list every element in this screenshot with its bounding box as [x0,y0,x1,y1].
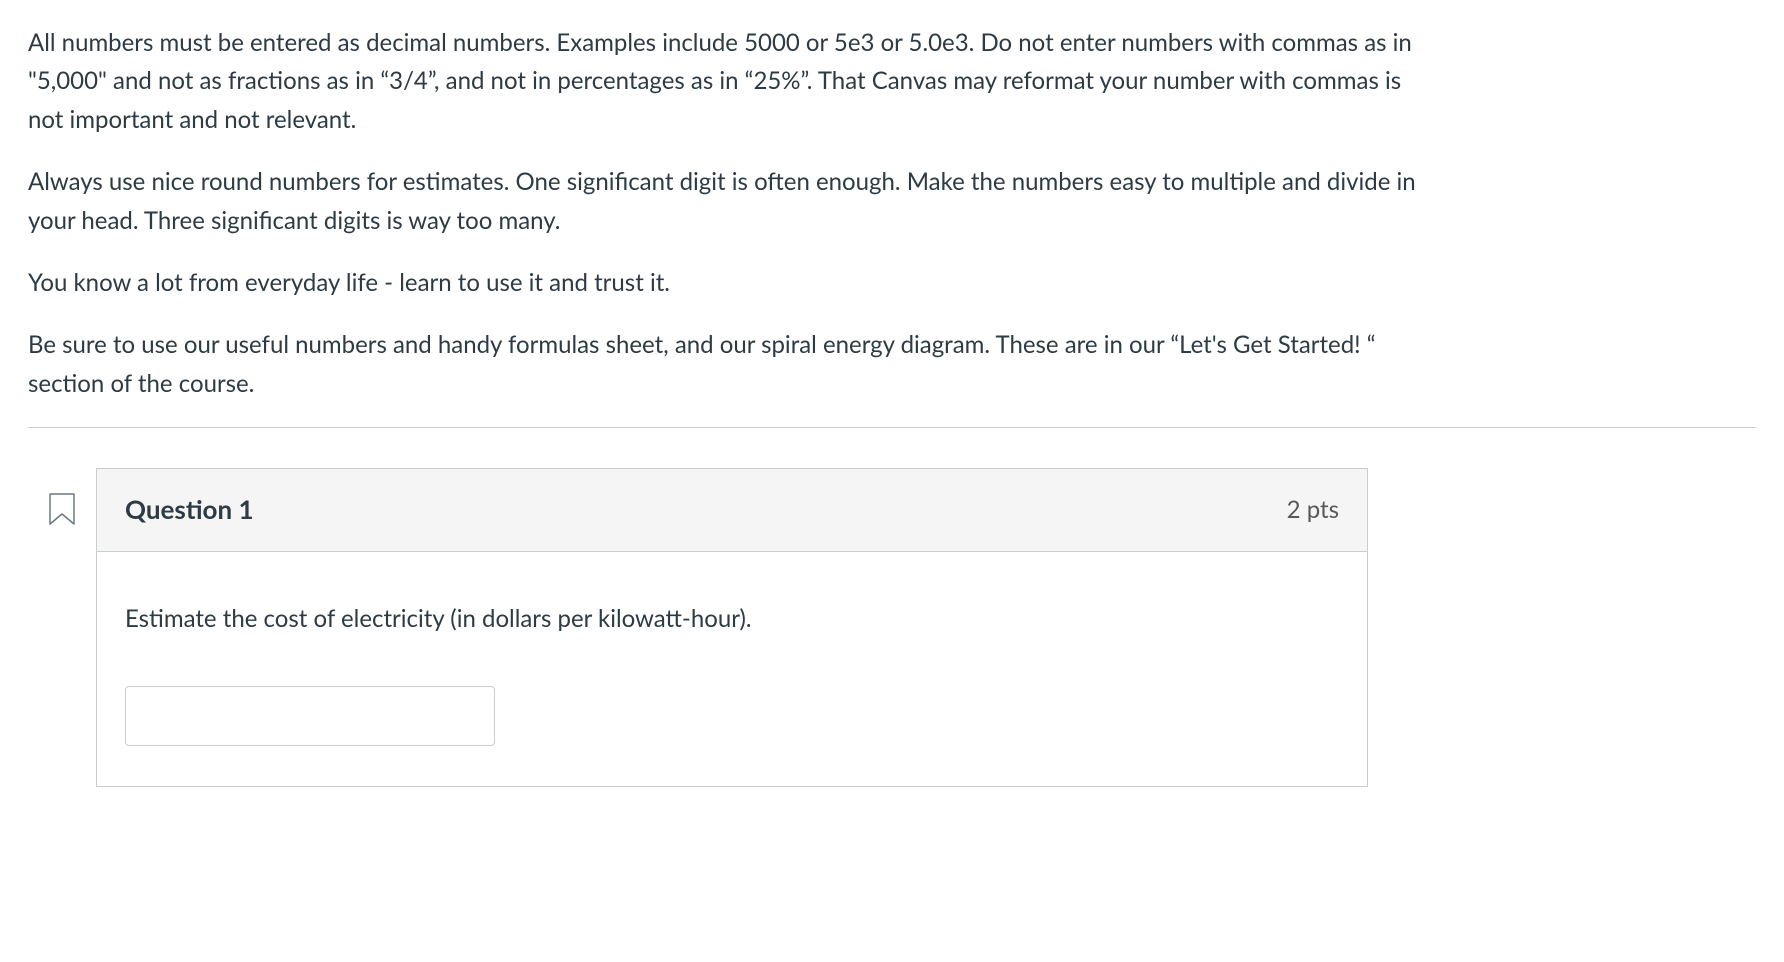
instruction-paragraph: Be sure to use our useful numbers and ha… [28,326,1428,403]
instruction-paragraph: All numbers must be entered as decimal n… [28,24,1428,139]
question-box: Question 1 2 pts Estimate the cost of el… [96,468,1368,787]
instruction-paragraph: You know a lot from everyday life - lear… [28,264,1428,302]
section-divider [28,427,1756,428]
question-text: Estimate the cost of electricity (in dol… [125,600,1339,638]
question-body: Estimate the cost of electricity (in dol… [97,552,1367,786]
question-container: Question 1 2 pts Estimate the cost of el… [48,468,1368,787]
question-header: Question 1 2 pts [97,469,1367,552]
answer-input[interactable] [125,686,495,746]
question-points: 2 pts [1287,491,1339,529]
question-title: Question 1 [125,489,254,531]
instruction-paragraph: Always use nice round numbers for estima… [28,163,1428,240]
flag-question-icon[interactable] [48,492,76,537]
quiz-instructions: All numbers must be entered as decimal n… [28,24,1428,403]
